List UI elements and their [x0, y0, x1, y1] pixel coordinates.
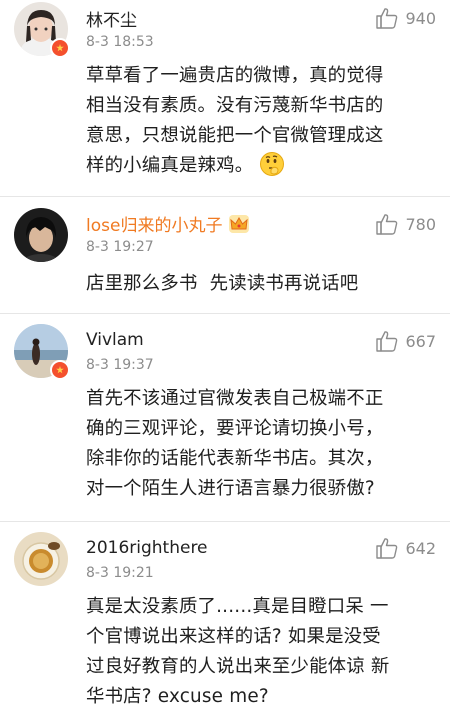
comment-line: 确的三观评论，要评论请切换小号，: [86, 418, 384, 439]
verified-badge-icon: [50, 38, 70, 58]
comment-line: 过良好教育的人说出来至少能体谅 新: [86, 656, 390, 677]
verified-badge-icon: [50, 360, 70, 380]
username[interactable]: 2016righthere: [86, 538, 208, 558]
avatar[interactable]: [14, 208, 68, 262]
username[interactable]: lose归来的小丸子: [86, 211, 250, 236]
comment-line: 首先不该通过官微发表自己极端不正: [86, 388, 384, 409]
comment-line: 个官博说出来这样的话? 如果是没受: [86, 626, 381, 647]
comment-text: 真是太没素质了......真是目瞪口呆 一 个官博说出来这样的话? 如果是没受 …: [86, 592, 438, 712]
comment-time: 8-3 18:53: [86, 34, 154, 50]
comment-line: 相当没有素质。没有污蔑新华书店的: [86, 95, 384, 116]
comment-line: 对一个陌生人进行语言暴力很骄傲?: [86, 478, 375, 499]
comment-item: Vivlam 8-3 19:37 667 首先不该通过官微发表自己极端不正 确的…: [0, 314, 450, 514]
comment-line: 除非你的话能代表新华书店。其次，: [86, 448, 384, 469]
thumbs-up-icon: [376, 538, 398, 559]
comment-item: 林不尘 8-3 18:53 940 草草看了一遍贵店的微博，真的觉得 相当没有素…: [0, 0, 450, 188]
username[interactable]: 林不尘: [86, 6, 137, 31]
comment-line: 真是太没素质了......真是目瞪口呆 一: [86, 596, 389, 617]
username-text: lose归来的小丸子: [86, 216, 223, 236]
thinking-face-icon: [260, 152, 285, 176]
like-count: 780: [405, 214, 436, 234]
avatar[interactable]: [14, 532, 68, 586]
comment-text: 店里那么多书 先读读书再说话吧: [86, 269, 438, 299]
comment-item: lose归来的小丸子 8-3 19:27 780 店里那么多书 先读读书再说话吧: [0, 197, 450, 307]
comment-line: 草草看了一遍贵店的微博，真的觉得: [86, 65, 384, 86]
like-count: 940: [405, 8, 436, 28]
comment-text: 首先不该通过官微发表自己极端不正 确的三观评论，要评论请切换小号， 除非你的话能…: [86, 384, 438, 504]
thumbs-up-icon: [376, 8, 398, 29]
like-button[interactable]: 940: [375, 6, 436, 30]
comment-time: 8-3 19:21: [86, 565, 154, 581]
comment-item: 2016righthere 8-3 19:21 642 真是太没素质了.....…: [0, 522, 450, 714]
comment-line-text: 样的小编真是辣鸡。: [86, 155, 254, 176]
username[interactable]: Vivlam: [86, 330, 144, 350]
like-button[interactable]: 667: [375, 329, 436, 353]
comment-time: 8-3 19:37: [86, 357, 154, 373]
like-count: 642: [405, 538, 436, 558]
comment-line: 华书店? excuse me?: [86, 686, 269, 707]
comment-line-last: 样的小编真是辣鸡。: [86, 151, 438, 181]
crown-icon: [229, 215, 250, 233]
like-count: 667: [405, 331, 436, 351]
comment-text: 草草看了一遍贵店的微博，真的觉得 相当没有素质。没有污蔑新华书店的 意思，只想说…: [86, 61, 438, 181]
thumbs-up-icon: [376, 214, 398, 235]
like-button[interactable]: 642: [375, 536, 436, 560]
like-button[interactable]: 780: [375, 212, 436, 236]
comment-line: 店里那么多书 先读读书再说话吧: [86, 273, 359, 294]
thumbs-up-icon: [376, 331, 398, 352]
comment-time: 8-3 19:27: [86, 239, 154, 255]
comment-line: 意思，只想说能把一个官微管理成这: [86, 125, 384, 146]
